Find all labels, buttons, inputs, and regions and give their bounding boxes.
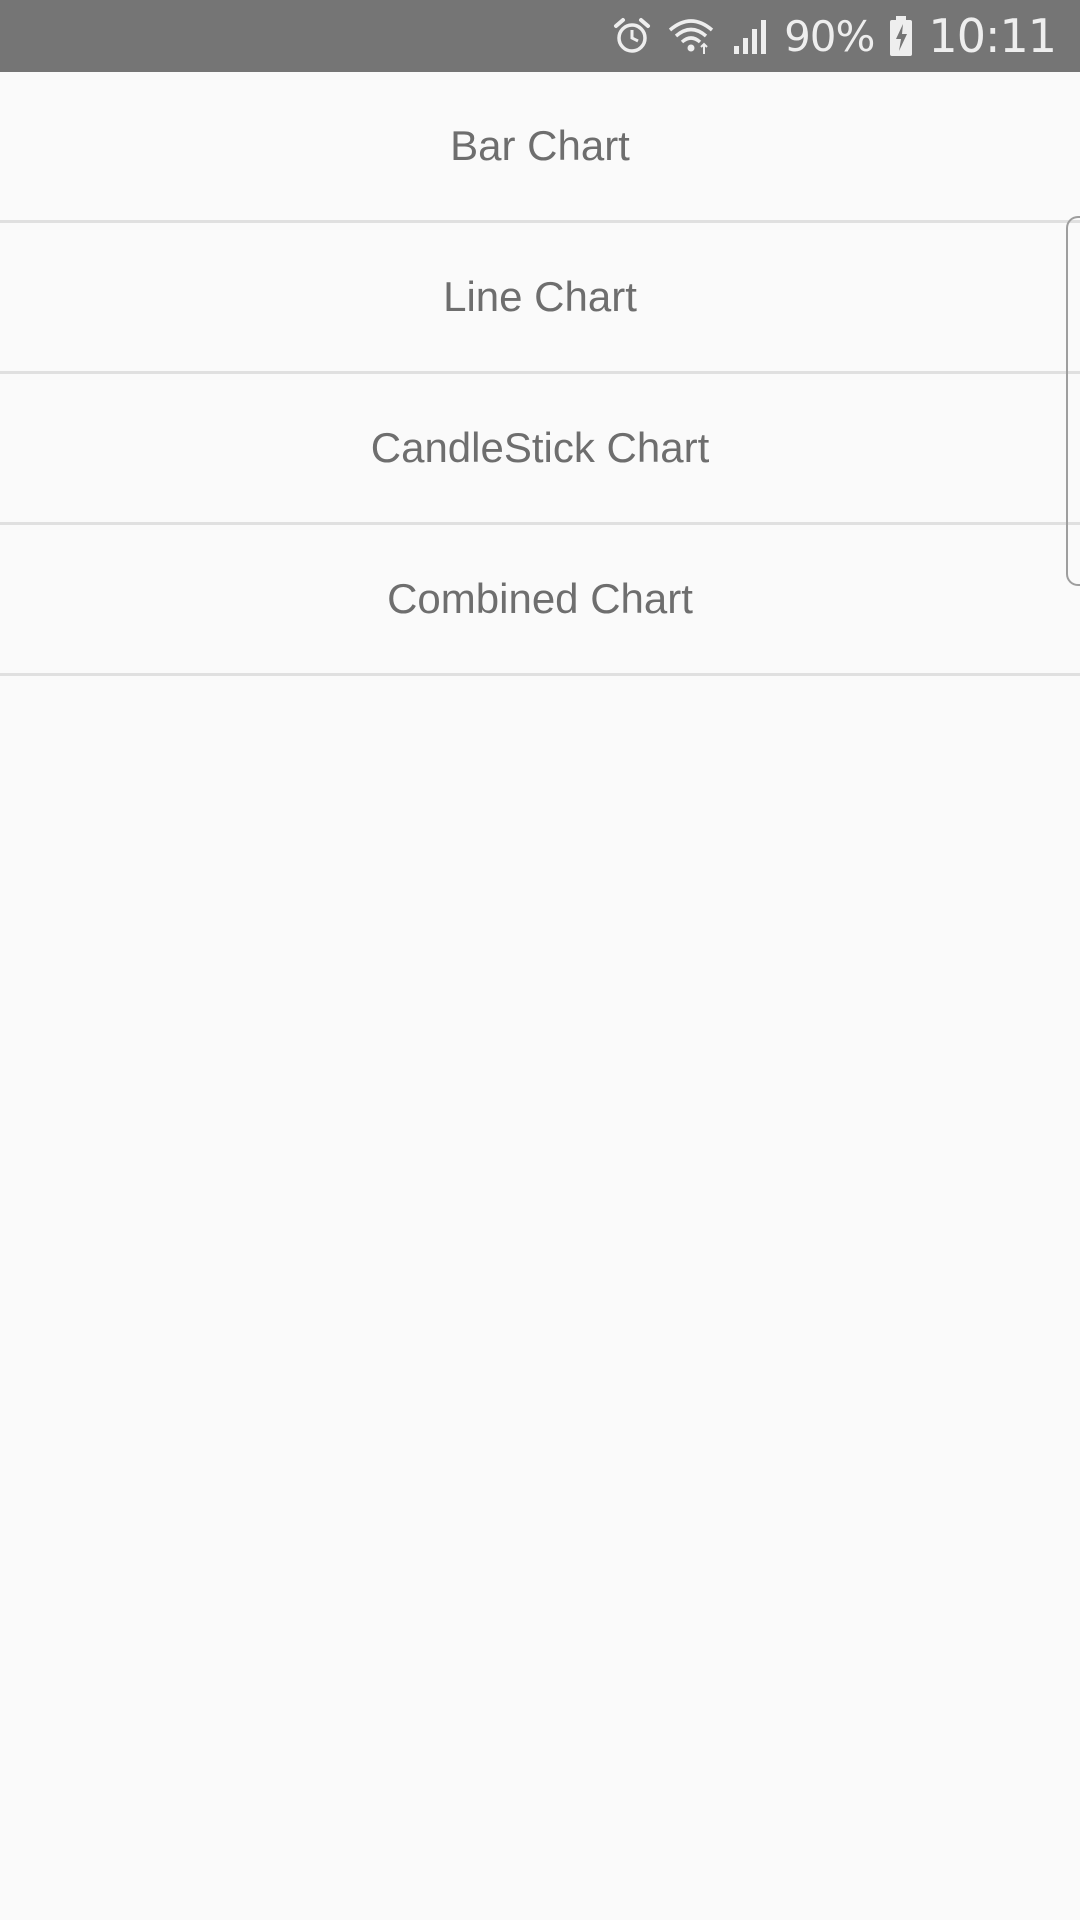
status-bar: 90% 10:11 [0,0,1080,72]
wifi-icon [666,16,716,56]
list-item-label: Line Chart [443,273,637,320]
list-item-label: Combined Chart [387,575,693,622]
alarm-icon [612,16,652,56]
list-item-label: CandleStick Chart [370,424,710,471]
edge-panel-handle[interactable] [1066,216,1080,586]
battery-charging-icon [888,15,914,57]
list-item-label: Bar Chart [450,122,630,169]
status-time: 10:11 [928,9,1057,63]
status-icons: 90% 10:11 [612,0,1057,72]
list-item-candlestick-chart[interactable]: CandleStick Chart [0,374,1080,525]
signal-icon [730,16,770,56]
list-item-combined-chart[interactable]: Combined Chart [0,525,1080,676]
list-item-line-chart[interactable]: Line Chart [0,223,1080,374]
chart-list: Bar Chart Line Chart CandleStick Chart C… [0,72,1080,676]
battery-percent: 90% [784,11,875,61]
list-item-bar-chart[interactable]: Bar Chart [0,72,1080,223]
